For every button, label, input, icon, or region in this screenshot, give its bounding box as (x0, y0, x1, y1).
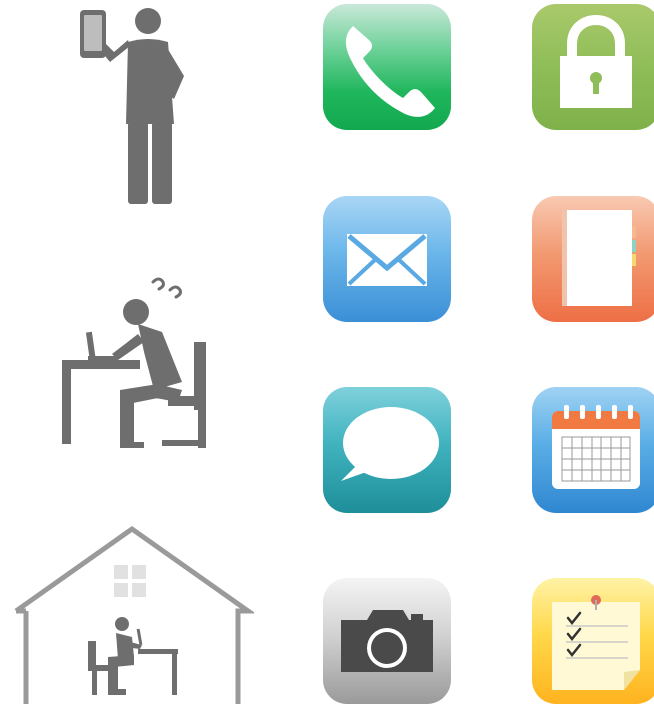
phone-app-icon[interactable] (323, 4, 451, 130)
envelope-icon (347, 234, 427, 286)
calendar-icon (552, 405, 640, 489)
padlock-icon (560, 14, 632, 108)
messages-app-icon[interactable] (323, 387, 451, 513)
phone-handset-icon (345, 26, 435, 117)
lock-app-icon[interactable] (532, 4, 654, 130)
person-at-desk-illustration (62, 277, 206, 448)
mail-app-icon[interactable] (323, 196, 451, 322)
address-book-icon (562, 210, 636, 306)
camera-app-icon[interactable] (323, 578, 451, 704)
notes-app-icon[interactable] (532, 578, 654, 704)
person-with-tablet-illustration (80, 8, 184, 204)
camera-icon (341, 610, 433, 672)
contacts-app-icon[interactable] (532, 196, 654, 322)
calendar-app-icon[interactable] (532, 387, 654, 513)
speech-bubble-icon (341, 407, 439, 481)
memo-checklist-icon (552, 595, 640, 690)
home-office-illustration (14, 525, 254, 704)
